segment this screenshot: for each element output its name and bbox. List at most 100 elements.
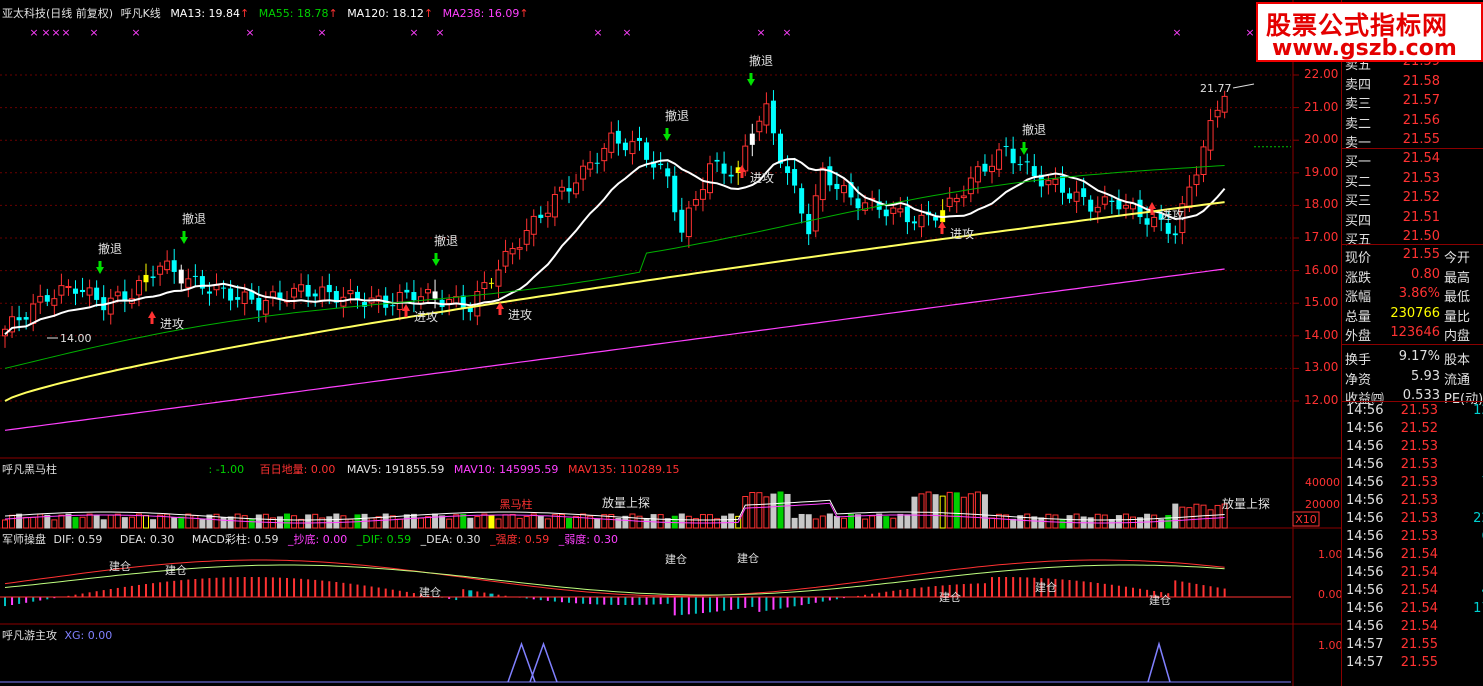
build-label: 建仓 xyxy=(665,552,687,566)
volume-bar xyxy=(876,513,883,529)
volume-bar xyxy=(171,517,178,529)
quote-row-cell: 230766 xyxy=(1390,305,1440,321)
volume-bar xyxy=(537,515,544,529)
candle-body xyxy=(629,141,636,155)
candle-body xyxy=(1221,95,1228,113)
ma120-up-arrow: ↑ xyxy=(423,7,434,20)
top-signal-mark: × xyxy=(89,26,98,39)
volume-bar xyxy=(749,492,756,529)
ask-row: 卖二 21.56 xyxy=(1342,112,1483,132)
volume-bar xyxy=(1186,507,1193,529)
volume-bar xyxy=(460,513,467,529)
quote-row-cell: 0.80 xyxy=(1411,266,1440,282)
site-logo: 股票公式指标网 www.gszb.com xyxy=(1256,2,1483,62)
price-axis-label: 22.00 xyxy=(1304,67,1339,81)
ma13-up-arrow: ↑ xyxy=(240,7,250,20)
price-axis-label: 17.00 xyxy=(1304,230,1339,244)
tick-row: 14:56 21.54 170 xyxy=(1342,601,1483,619)
candle-body xyxy=(707,163,713,194)
quote-row-cell: 量比 xyxy=(1444,309,1471,325)
candle-body xyxy=(256,297,262,311)
bid-row: 买二 21.53 xyxy=(1342,170,1483,190)
candle-body xyxy=(1052,178,1059,185)
chart-canvas[interactable]: × × × × × × × × × × × × × × × × 黑马柱 放量上探 放量上探4000020000X1… xyxy=(0,0,1341,686)
tick-cell: 21.53 xyxy=(1400,511,1438,526)
volume-bar xyxy=(410,513,417,529)
ask-row: 卖三 21.57 xyxy=(1342,92,1483,112)
candle-body xyxy=(544,212,551,217)
tick-cell: 14:56 xyxy=(1346,565,1384,580)
candle-body xyxy=(728,174,734,177)
retreat-label: 撤退 xyxy=(98,241,122,256)
volume-bar xyxy=(1066,515,1073,529)
tick-cell: 14:56 xyxy=(1346,403,1384,418)
retreat-arrow-icon xyxy=(96,261,104,274)
volume-bar xyxy=(664,518,671,529)
volume-bar xyxy=(960,496,967,529)
volume-bar xyxy=(51,519,58,529)
quote-row-cell: 净资 xyxy=(1345,372,1372,388)
quote-separator xyxy=(1342,244,1483,245)
volume-bar xyxy=(114,513,121,529)
volume-bar xyxy=(784,493,791,529)
candle-body xyxy=(1109,200,1115,202)
retreat-arrow-icon xyxy=(747,73,755,86)
volume-bar xyxy=(974,491,981,529)
price-axis-label: 20.00 xyxy=(1304,132,1339,147)
candle-body xyxy=(347,290,354,295)
volume-bar xyxy=(143,514,149,529)
candle-body xyxy=(495,269,502,287)
volume-bar xyxy=(248,518,255,529)
tick-cell: 21.53 xyxy=(1400,475,1438,490)
attack-label: 进攻 xyxy=(950,227,974,241)
quote-row: 换手 9.17% 股本 xyxy=(1342,348,1483,368)
volume-bar xyxy=(44,514,51,529)
volume-bar xyxy=(135,513,142,529)
tick-row: 14:5621.531 xyxy=(1342,457,1483,475)
candle-body xyxy=(679,209,685,233)
candle-body xyxy=(107,297,114,315)
volume-bar xyxy=(657,514,664,529)
attack-arrow-icon xyxy=(938,221,946,234)
volume-panel-header: 呼凡黑马柱 : -1.00 百日地量: 0.00 MAV5: 191855.59… xyxy=(2,461,679,477)
candle-body xyxy=(326,284,332,293)
candle-body xyxy=(206,291,212,294)
build-label: 建仓 xyxy=(1035,580,1057,594)
candle-body xyxy=(228,288,234,301)
quote-row-cell: 流通 xyxy=(1444,372,1471,388)
volume-bar xyxy=(643,518,650,529)
volume-bar xyxy=(389,515,396,529)
candle-body xyxy=(622,142,628,151)
tick-cell: 14:56 xyxy=(1346,457,1384,472)
candle-body xyxy=(1151,216,1158,228)
candle-body xyxy=(763,103,770,126)
volume-bar xyxy=(453,514,460,529)
candle-body xyxy=(1081,188,1087,197)
volume-bar xyxy=(1144,513,1151,529)
candle-body xyxy=(672,175,678,213)
quote-row: 外盘 123646 内盘 xyxy=(1342,324,1483,344)
candle-body xyxy=(911,221,917,224)
candle-body xyxy=(812,195,819,232)
ma120-line xyxy=(4,201,1225,402)
candle-body xyxy=(960,195,967,199)
candle-body xyxy=(291,287,298,298)
candle-body xyxy=(262,300,269,315)
volume-bar xyxy=(467,517,474,529)
candle-body xyxy=(573,182,580,195)
attack-label: 进攻 xyxy=(160,317,184,331)
candle-body xyxy=(425,289,431,294)
retreat-label: 撤退 xyxy=(665,108,689,123)
volume-bar xyxy=(121,517,128,529)
candle-body xyxy=(608,132,615,153)
top-signal-mark: × xyxy=(61,26,70,39)
volume-bar xyxy=(1214,504,1221,529)
top-signal-mark: × xyxy=(593,26,602,39)
volume-bar xyxy=(566,517,572,529)
candle-body xyxy=(792,169,798,186)
bid-row-cell: 21.52 xyxy=(1402,190,1440,206)
candle-body xyxy=(396,291,403,311)
volume-bar xyxy=(1108,519,1115,529)
tick-cell: 21.54 xyxy=(1400,547,1438,562)
candle-body xyxy=(298,284,305,292)
